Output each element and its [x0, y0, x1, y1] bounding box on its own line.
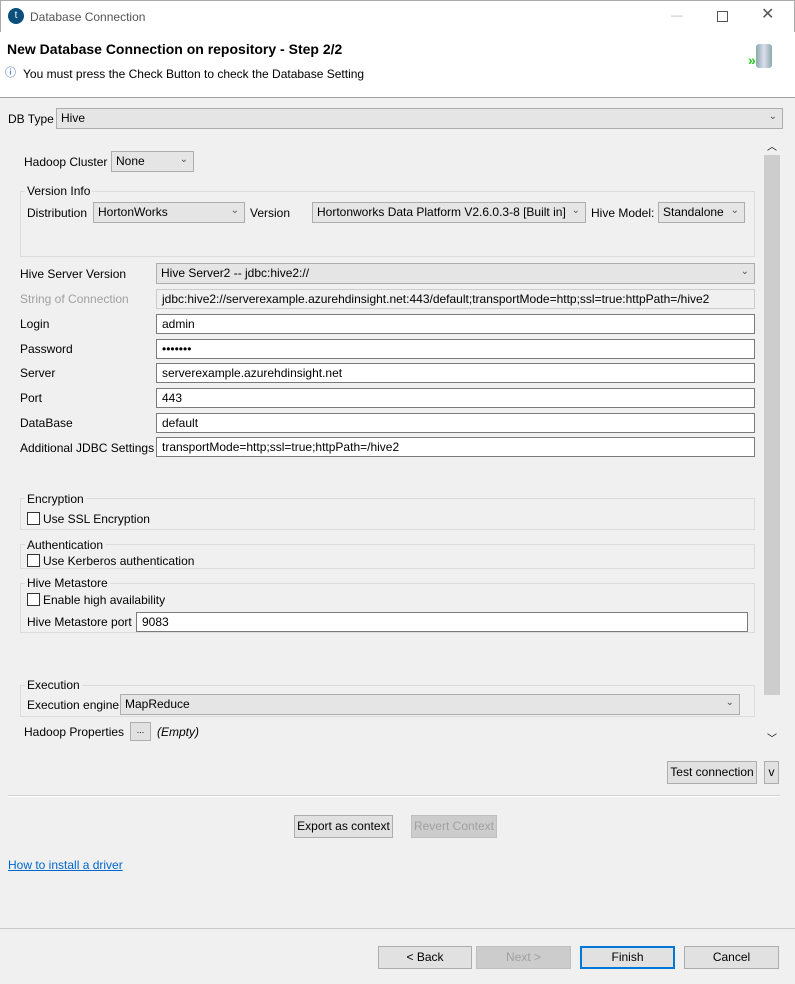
finish-button[interactable]: Finish: [580, 946, 675, 969]
chevron-down-icon: ⌄: [230, 205, 239, 216]
hive-model-value: Standalone: [663, 205, 724, 219]
expand-button[interactable]: v: [764, 761, 779, 784]
jdbc-settings-input[interactable]: transportMode=http;ssl=true;httpPath=/hi…: [156, 437, 755, 457]
hive-server-version-select[interactable]: Hive Server2 -- jdbc:hive2:// ⌄: [156, 263, 755, 284]
separator: [8, 795, 780, 797]
password-label: Password: [20, 342, 73, 356]
maximize-button[interactable]: [717, 11, 728, 22]
db-type-value: Hive: [61, 111, 86, 125]
port-label: Port: [20, 391, 43, 405]
execution-label: Execution: [25, 678, 82, 692]
wizard-header: New Database Connection on repository - …: [0, 32, 795, 98]
hive-server-version-label: Hive Server Version: [20, 267, 127, 281]
database-label: DataBase: [20, 416, 73, 430]
export-context-button[interactable]: Export as context: [294, 815, 393, 838]
password-input[interactable]: •••••••: [156, 339, 755, 359]
hive-server-version-value: Hive Server2 -- jdbc:hive2://: [161, 266, 310, 280]
jdbc-settings-label: Additional JDBC Settings: [20, 441, 155, 455]
ssl-label: Use SSL Encryption: [43, 512, 150, 526]
hadoop-properties-value: (Empty): [157, 725, 199, 739]
database-input[interactable]: default: [156, 413, 755, 433]
port-input[interactable]: 443: [156, 388, 755, 408]
metastore-port-label: Hive Metastore port: [27, 615, 132, 629]
version-value: Hortonworks Data Platform V2.6.0.3-8 [Bu…: [317, 205, 566, 219]
test-connection-button[interactable]: Test connection: [667, 761, 757, 784]
kerberos-checkbox[interactable]: [27, 554, 40, 567]
hive-metastore-label: Hive Metastore: [25, 576, 110, 590]
encryption-label: Encryption: [25, 492, 86, 506]
hadoop-cluster-value: None: [116, 154, 145, 168]
execution-engine-select[interactable]: MapReduce ⌄: [120, 694, 740, 715]
app-icon: t: [8, 8, 24, 24]
info-icon: ⓘ: [5, 67, 16, 79]
version-label: Version: [250, 206, 291, 220]
chevron-down-icon: ⌄: [179, 154, 188, 165]
execution-engine-value: MapReduce: [125, 697, 190, 711]
scrollbar[interactable]: ︿ ﹀: [764, 138, 780, 750]
scroll-up-icon[interactable]: ︿: [767, 140, 777, 156]
db-type-label: DB Type: [8, 112, 54, 126]
cancel-button[interactable]: Cancel: [684, 946, 779, 969]
distribution-value: HortonWorks: [98, 205, 168, 219]
back-button[interactable]: < Back: [378, 946, 472, 969]
hive-model-select[interactable]: Standalone ⌄: [658, 202, 745, 223]
metastore-port-input[interactable]: 9083: [136, 612, 748, 632]
database-wizard-icon: »: [748, 44, 774, 70]
info-message: You must press the Check Button to check…: [23, 67, 365, 81]
version-info-group: [20, 191, 755, 257]
chevron-down-icon: ⌄: [725, 697, 734, 708]
server-input[interactable]: serverexample.azurehdinsight.net: [156, 363, 755, 383]
ssl-checkbox[interactable]: [27, 512, 40, 525]
login-input[interactable]: admin: [156, 314, 755, 334]
scrollbar-thumb[interactable]: [764, 155, 780, 695]
hadoop-properties-label: Hadoop Properties: [24, 725, 125, 739]
db-type-select[interactable]: Hive ⌄: [56, 108, 783, 129]
footer-separator: [0, 928, 795, 929]
install-driver-link[interactable]: How to install a driver: [8, 857, 123, 873]
revert-context-button[interactable]: Revert Context: [411, 815, 497, 838]
hadoop-properties-button[interactable]: ...: [130, 722, 151, 741]
distribution-select[interactable]: HortonWorks ⌄: [93, 202, 245, 223]
kerberos-label: Use Kerberos authentication: [43, 554, 195, 568]
hadoop-cluster-label: Hadoop Cluster: [24, 155, 108, 169]
chevron-down-icon: ⌄: [571, 205, 580, 216]
distribution-label: Distribution: [27, 206, 88, 220]
close-button[interactable]: ✕: [761, 7, 774, 23]
chevron-down-icon: ⌄: [730, 205, 739, 216]
execution-engine-label: Execution engine: [27, 698, 120, 712]
hadoop-cluster-select[interactable]: None ⌄: [111, 151, 194, 172]
window-title: Database Connection: [30, 10, 146, 24]
connection-string-label: String of Connection: [20, 292, 129, 306]
server-label: Server: [20, 366, 56, 380]
title-bar: t Database Connection — ✕: [0, 0, 795, 32]
chevron-down-icon: ⌄: [740, 266, 749, 277]
login-label: Login: [20, 317, 50, 331]
next-button[interactable]: Next >: [476, 946, 571, 969]
version-select[interactable]: Hortonworks Data Platform V2.6.0.3-8 [Bu…: [312, 202, 586, 223]
version-info-label: Version Info: [25, 184, 93, 198]
high-availability-checkbox[interactable]: [27, 593, 40, 606]
connection-string-field[interactable]: jdbc:hive2://serverexample.azurehdinsigh…: [156, 289, 755, 309]
authentication-label: Authentication: [25, 538, 106, 552]
high-availability-label: Enable high availability: [43, 593, 166, 607]
minimize-button[interactable]: —: [671, 7, 683, 23]
hive-model-label: Hive Model:: [591, 206, 655, 220]
chevron-down-icon: ⌄: [768, 111, 777, 122]
scroll-down-icon[interactable]: ﹀: [767, 732, 777, 748]
page-title: New Database Connection on repository - …: [7, 41, 343, 57]
